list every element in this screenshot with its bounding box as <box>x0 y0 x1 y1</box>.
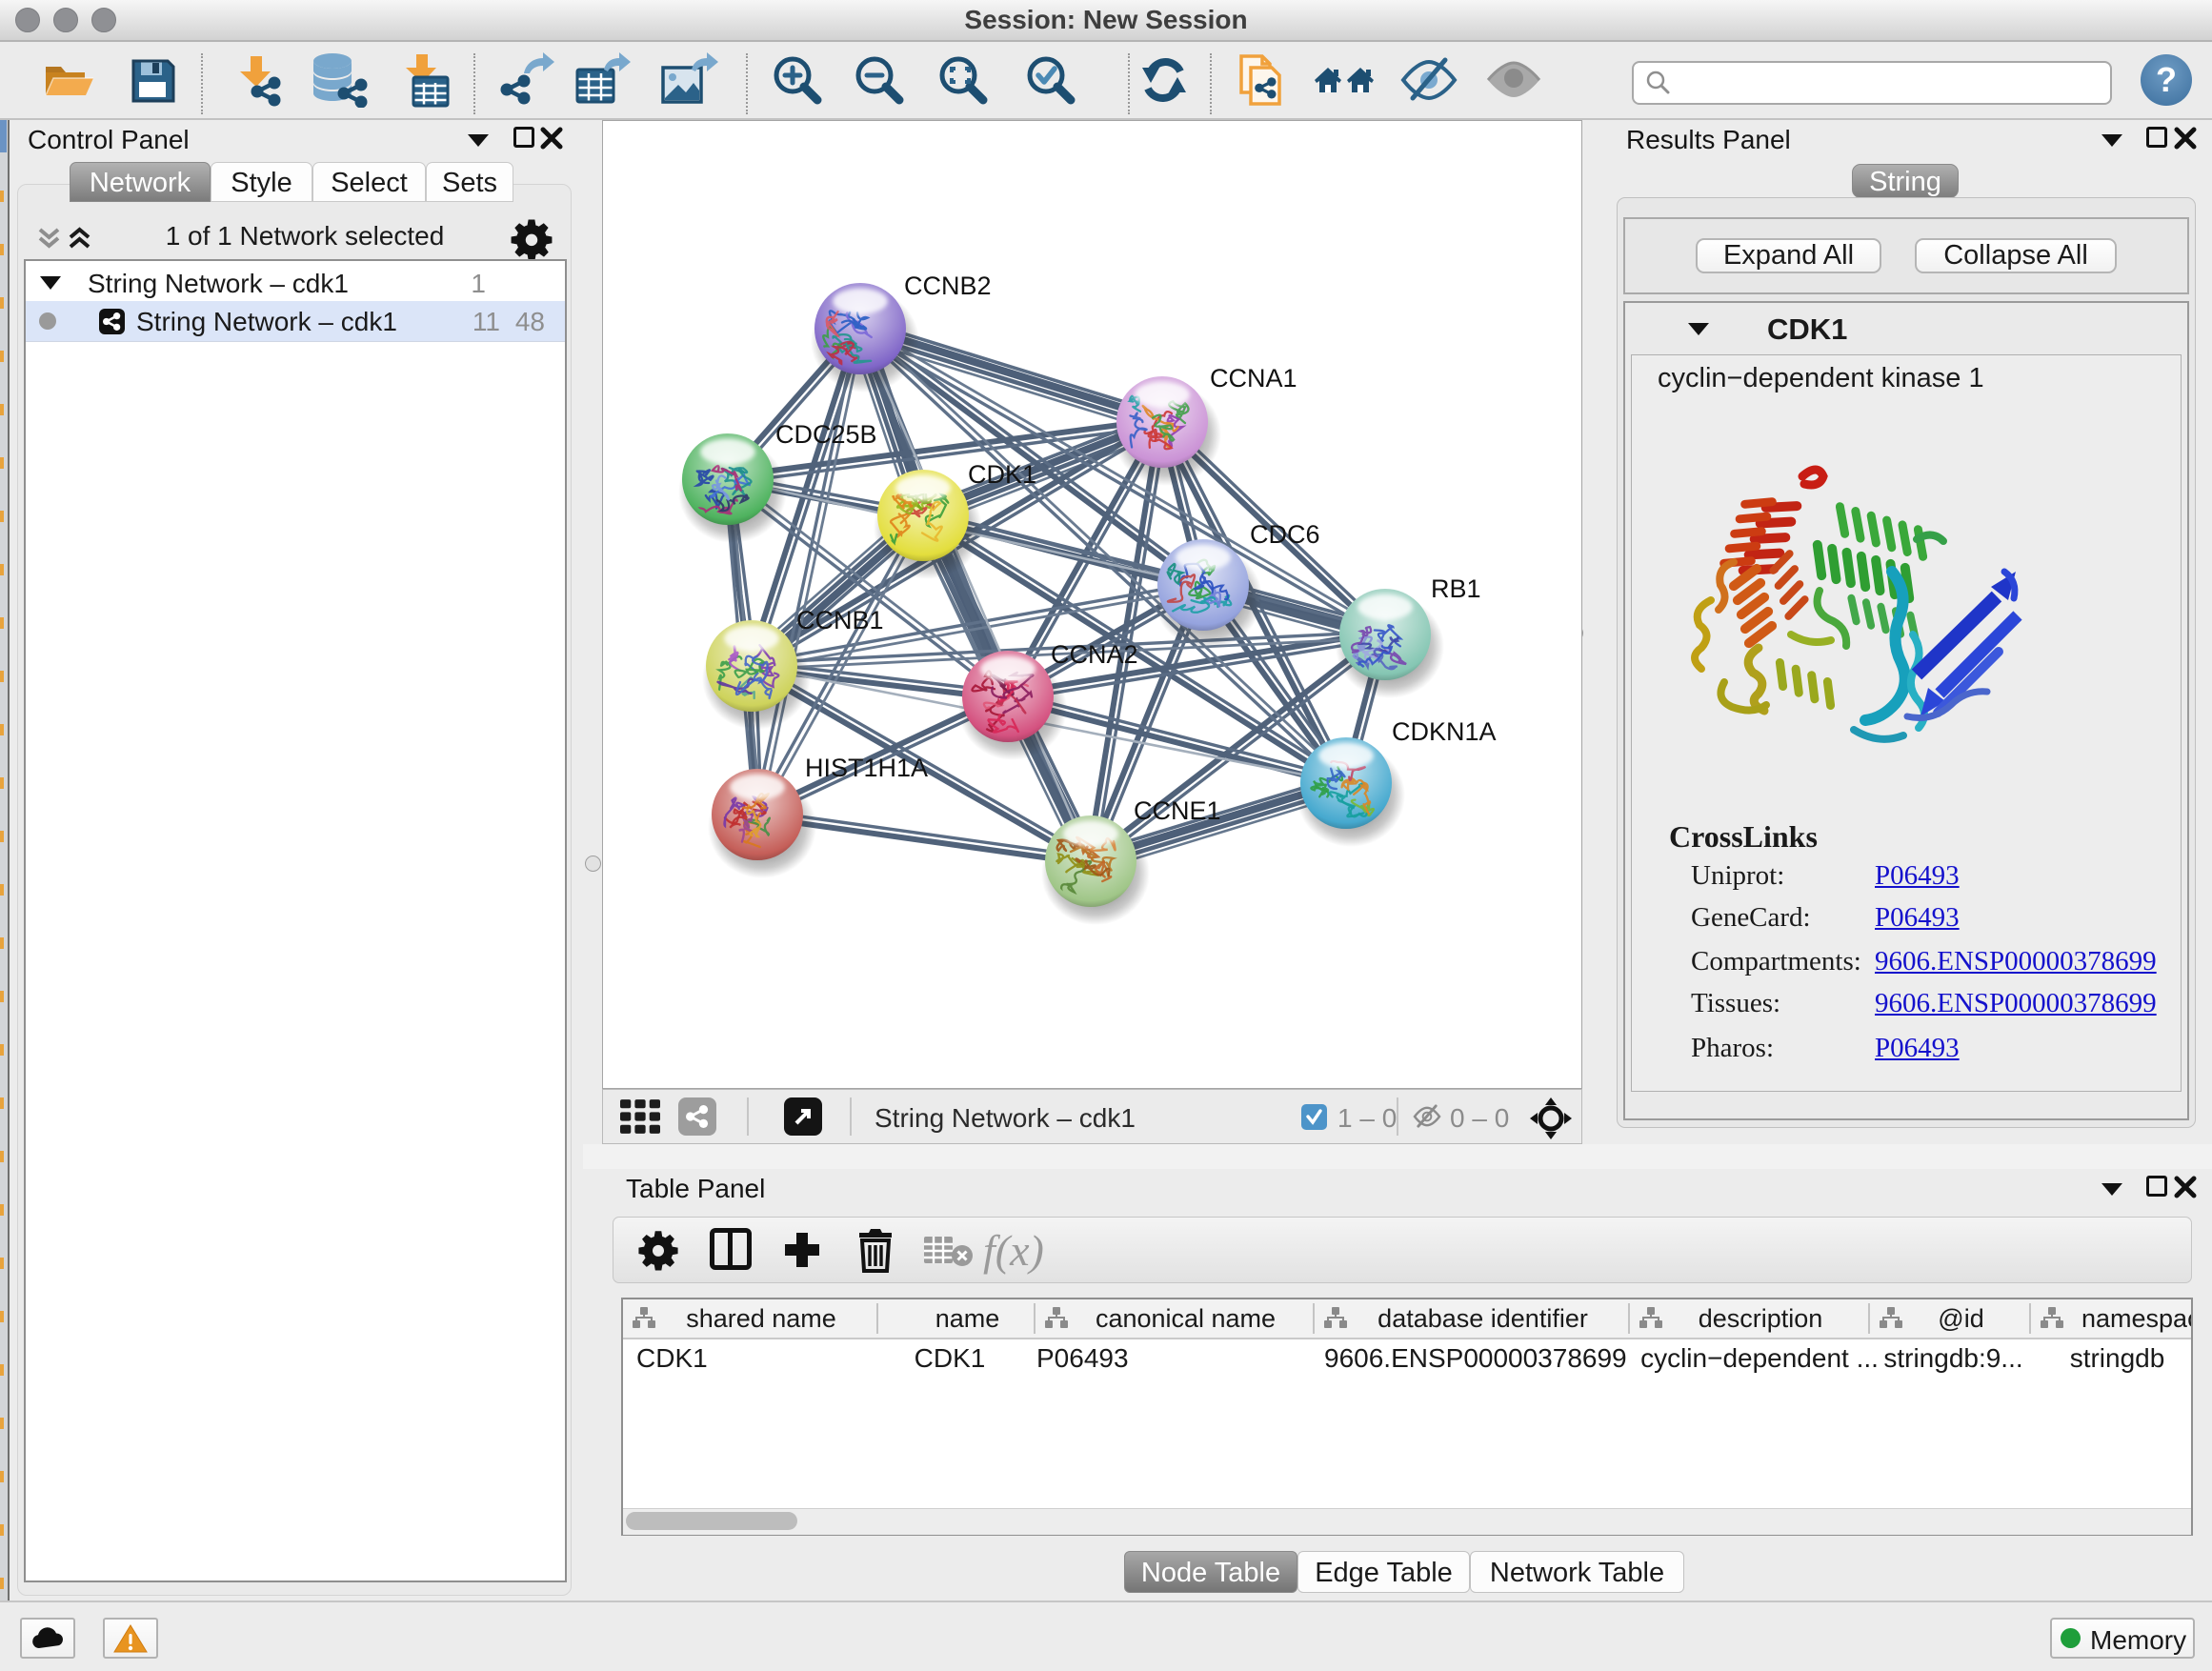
svg-text:HIST1H1A: HIST1H1A <box>805 754 928 782</box>
svg-text:CDKN1A: CDKN1A <box>1392 717 1497 746</box>
svg-text:CCNB1: CCNB1 <box>796 606 884 634</box>
svg-text:CDC25B: CDC25B <box>775 420 877 449</box>
svg-text:CCNA1: CCNA1 <box>1210 364 1297 393</box>
svg-text:RB1: RB1 <box>1431 574 1481 603</box>
svg-text:CCNB2: CCNB2 <box>904 272 992 300</box>
svg-text:CCNA2: CCNA2 <box>1051 640 1138 669</box>
svg-text:CDC6: CDC6 <box>1250 520 1320 549</box>
svg-text:CCNE1: CCNE1 <box>1134 796 1221 825</box>
svg-text:CDK1: CDK1 <box>968 460 1036 489</box>
